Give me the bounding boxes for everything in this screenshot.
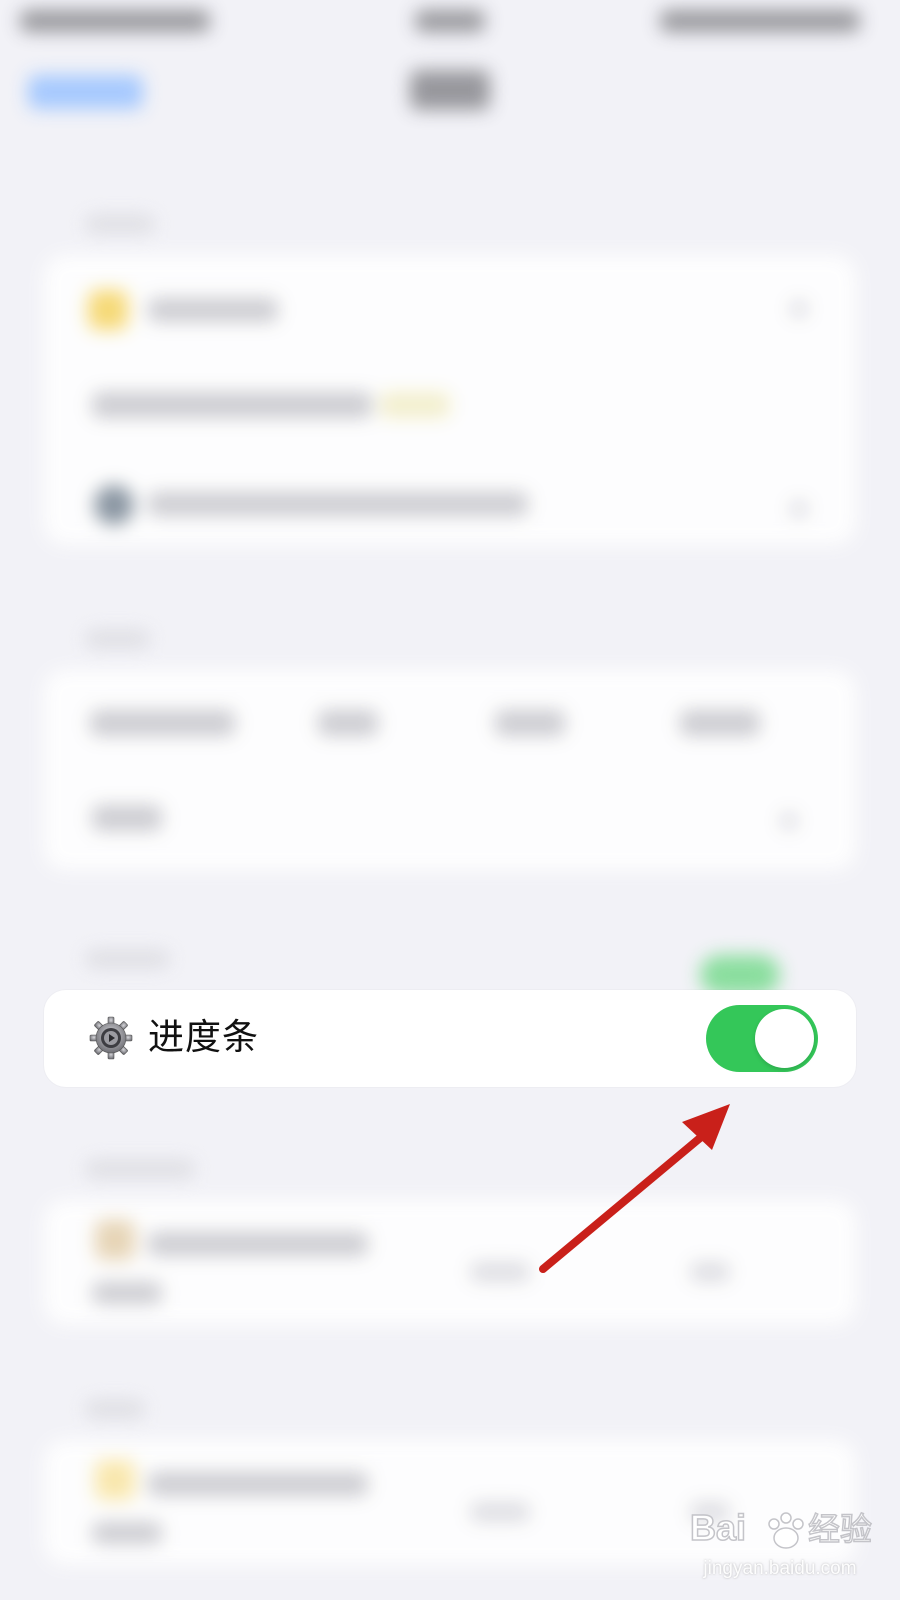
progress-bar-toggle[interactable] <box>706 1005 818 1072</box>
blurred-background <box>0 0 900 1600</box>
baidu-logo: Bai 经验 <box>690 1506 873 1549</box>
svg-text:Bai: Bai <box>690 1507 746 1548</box>
baidu-watermark: Bai 经验 jingyan.baidu.com <box>690 1500 890 1590</box>
gear-icon <box>89 1016 133 1060</box>
watermark-url: jingyan.baidu.com <box>703 1558 857 1579</box>
settings-screen: 进度条 Bai 经验 jingyan.baidu.com <box>0 0 900 1600</box>
toggle-knob <box>755 1009 814 1068</box>
setting-label: 进度条 <box>148 1017 260 1058</box>
svg-text:经验: 经验 <box>808 1510 872 1548</box>
